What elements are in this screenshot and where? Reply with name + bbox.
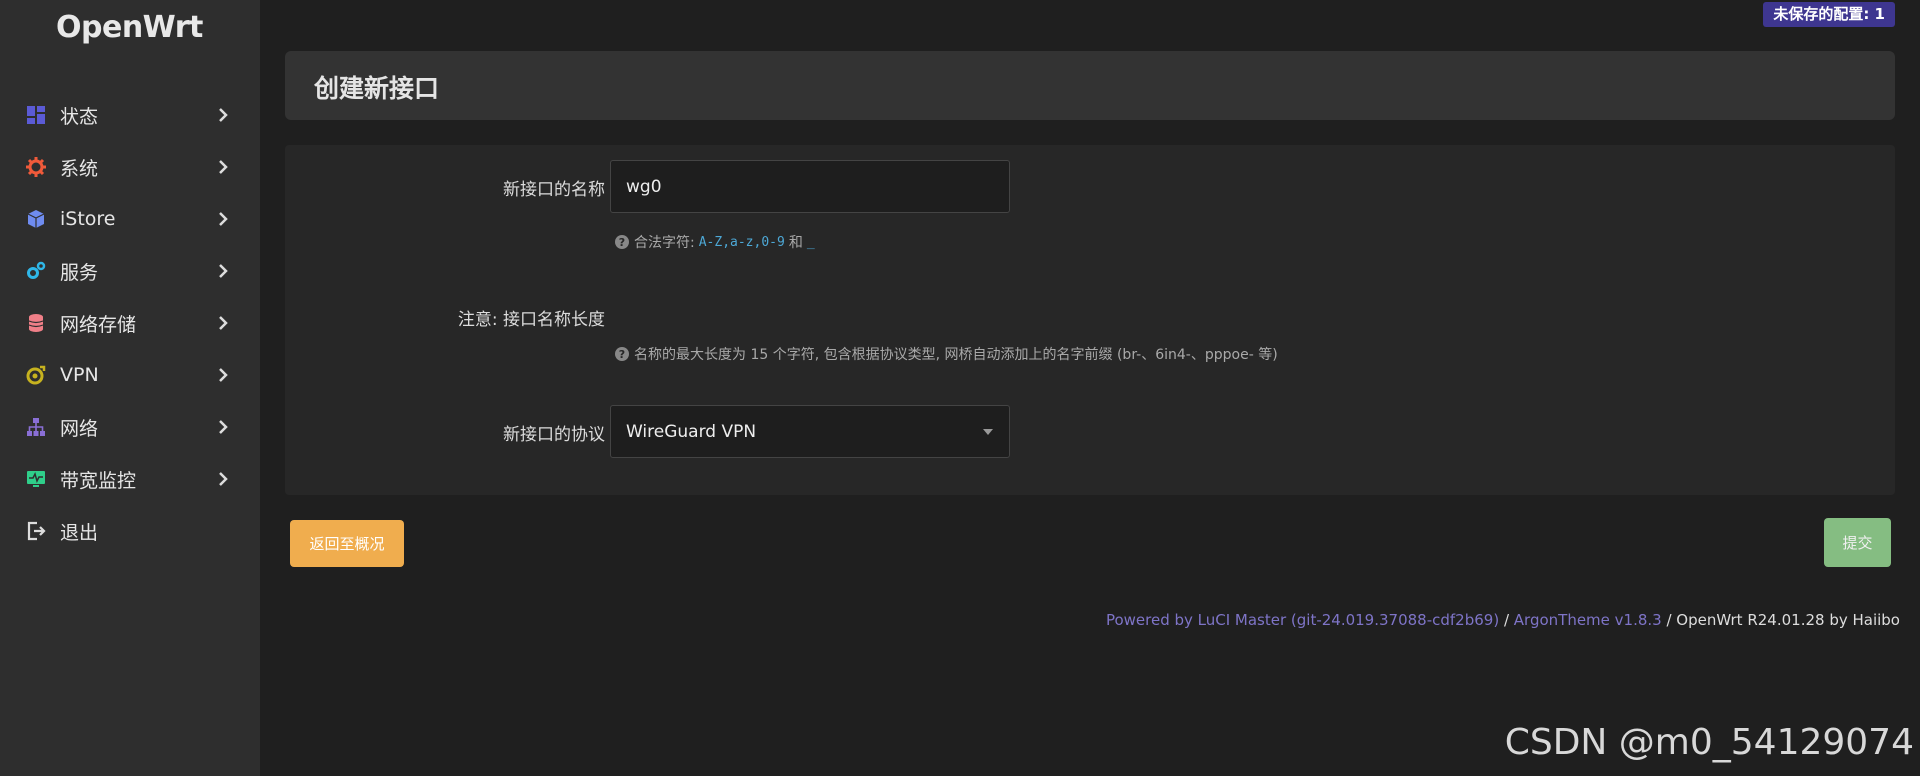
unsaved-changes-badge[interactable]: 未保存的配置: 1 xyxy=(1763,2,1895,27)
csdn-watermark: CSDN @m0_54129074 xyxy=(1504,722,1914,763)
sidebar-item-label: VPN xyxy=(60,364,99,386)
sidebar-item-system[interactable]: 系统 xyxy=(0,141,260,193)
page-header: 创建新接口 xyxy=(285,51,1895,120)
sidebar-item-label: iStore xyxy=(60,208,116,230)
hint-code: A-Z xyxy=(698,234,723,250)
sidebar: OpenWrt 状态 系统 iStore 服务 网络存储 VPN 网络 带宽监控… xyxy=(0,0,260,776)
sidebar-item-label: 服务 xyxy=(60,261,99,284)
logout-icon xyxy=(26,521,46,541)
sidebar-item-network[interactable]: 网络 xyxy=(0,401,260,453)
chevron-right-icon xyxy=(216,311,230,335)
cogs-icon xyxy=(26,261,46,281)
database-icon xyxy=(26,313,46,333)
luci-link[interactable]: Powered by LuCI Master (git-24.019.37088… xyxy=(1106,611,1499,629)
interface-name-label: 新接口的名称 xyxy=(503,180,605,200)
chevron-right-icon xyxy=(216,155,230,179)
hint-and: 和 xyxy=(788,235,803,251)
hint-comma: , xyxy=(722,234,731,250)
question-circle-icon: ? xyxy=(615,235,629,249)
sitemap-icon xyxy=(26,417,46,437)
sidebar-item-label: 网络 xyxy=(60,417,99,440)
back-to-overview-button[interactable]: 返回至概况 xyxy=(290,520,404,567)
interface-name-hint: ? 合法字符: A-Z, a-z, 0-9 和 _ xyxy=(615,232,815,252)
sidebar-item-label: 网络存储 xyxy=(60,313,137,336)
name-length-note-label: 注意: 接口名称长度 xyxy=(457,310,605,330)
sidebar-item-logout[interactable]: 退出 xyxy=(0,505,260,557)
gear-icon xyxy=(26,157,46,177)
hint-text: 名称的最大长度为 15 个字符, 包含根据协议类型, 网桥自动添加上的名字前缀 … xyxy=(634,347,1278,363)
sidebar-item-istore[interactable]: iStore xyxy=(0,193,260,245)
name-length-hint: ? 名称的最大长度为 15 个字符, 包含根据协议类型, 网桥自动添加上的名字前… xyxy=(615,344,1278,364)
interface-protocol-select[interactable]: WireGuard VPN xyxy=(610,405,1010,458)
sidebar-item-bandwidth[interactable]: 带宽监控 xyxy=(0,453,260,505)
vpn-icon xyxy=(26,365,46,385)
argon-theme-link[interactable]: ArgonTheme v1.8.3 xyxy=(1514,611,1662,629)
chevron-right-icon xyxy=(216,415,230,439)
chevron-down-icon xyxy=(983,429,993,435)
sidebar-item-nas[interactable]: 网络存储 xyxy=(0,297,260,349)
sidebar-item-label: 带宽监控 xyxy=(60,469,137,492)
monitor-icon xyxy=(26,469,46,489)
create-interface-form: 新接口的名称 wg0 ? 合法字符: A-Z, a-z, 0-9 和 _ 注意: 接… xyxy=(285,145,1895,495)
hint-code: 0-9 xyxy=(761,234,785,250)
sidebar-item-label: 系统 xyxy=(60,157,99,180)
interface-name-value: wg0 xyxy=(626,176,662,197)
chevron-right-icon xyxy=(216,103,230,127)
sidebar-item-label: 状态 xyxy=(60,105,99,128)
hint-code: _ xyxy=(806,234,815,250)
sidebar-item-services[interactable]: 服务 xyxy=(0,245,260,297)
sidebar-item-status[interactable]: 状态 xyxy=(0,89,260,141)
chevron-right-icon xyxy=(216,207,230,231)
sidebar-item-label: 退出 xyxy=(60,521,99,544)
chevron-right-icon xyxy=(216,363,230,387)
question-circle-icon: ? xyxy=(615,347,629,361)
interface-name-input[interactable]: wg0 xyxy=(610,160,1010,213)
hint-code: a-z xyxy=(730,234,754,250)
sidebar-item-vpn[interactable]: VPN xyxy=(0,349,260,401)
dashboard-icon xyxy=(26,105,46,125)
page-title: 创建新接口 xyxy=(314,74,440,103)
chevron-right-icon xyxy=(216,259,230,283)
footer: Powered by LuCI Master (git-24.019.37088… xyxy=(1106,611,1900,629)
protocol-selected-value: WireGuard VPN xyxy=(626,421,757,442)
footer-version: / OpenWrt R24.01.28 by Haiibo xyxy=(1661,611,1900,629)
cube-icon xyxy=(26,209,46,229)
chevron-right-icon xyxy=(216,467,230,491)
hint-prefix: 合法字符: xyxy=(634,235,695,251)
submit-button[interactable]: 提交 xyxy=(1824,518,1891,567)
footer-separator: / xyxy=(1499,611,1514,629)
interface-protocol-label: 新接口的协议 xyxy=(503,425,605,445)
openwrt-logo[interactable]: OpenWrt xyxy=(56,10,203,45)
hint-comma: , xyxy=(753,234,762,250)
sidebar-menu: 状态 系统 iStore 服务 网络存储 VPN 网络 带宽监控 退出 xyxy=(0,89,260,557)
